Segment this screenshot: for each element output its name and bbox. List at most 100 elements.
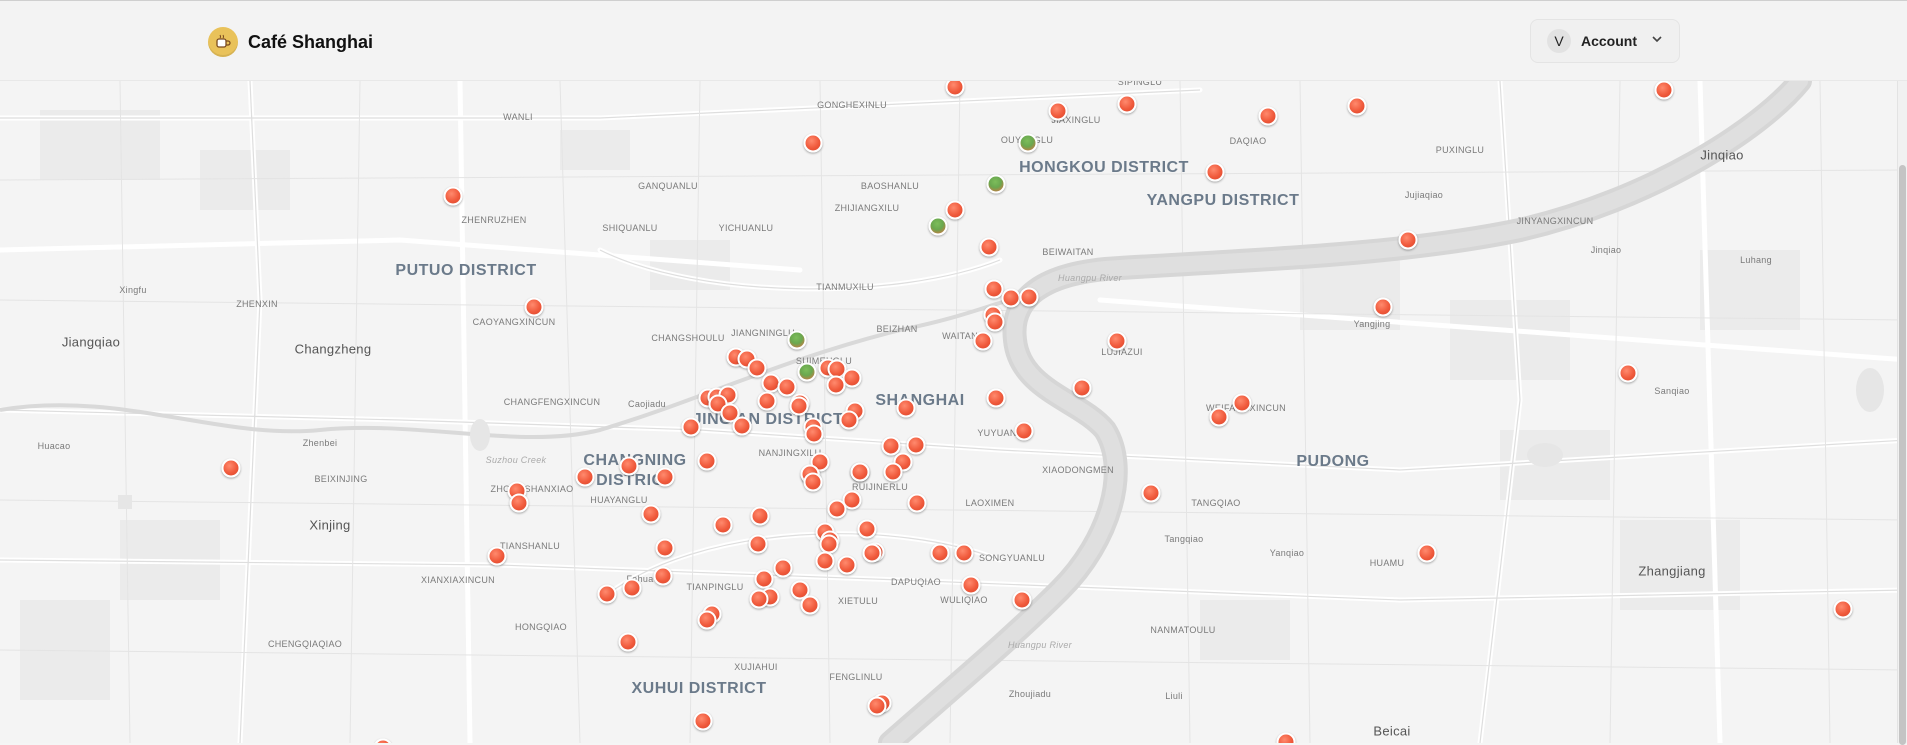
cafe-marker[interactable]: [221, 458, 241, 478]
scrollbar-thumb[interactable]: [1899, 165, 1906, 745]
cafe-marker[interactable]: [827, 499, 847, 519]
cafe-marker[interactable]: [509, 493, 529, 513]
cafe-marker[interactable]: [655, 467, 675, 487]
cafe-marker[interactable]: [1347, 96, 1367, 116]
cafe-marker[interactable]: [973, 331, 993, 351]
cafe-marker[interactable]: [857, 519, 877, 539]
cafe-marker[interactable]: [1001, 288, 1021, 308]
map-label: Zhenbei: [302, 438, 338, 448]
cafe-marker[interactable]: [748, 534, 768, 554]
cafe-marker[interactable]: [961, 575, 981, 595]
cafe-marker[interactable]: [575, 467, 595, 487]
cafe-marker[interactable]: [800, 595, 820, 615]
cafe-marker[interactable]: [777, 377, 797, 397]
cafe-marker[interactable]: [681, 417, 701, 437]
cafe-marker[interactable]: [1014, 421, 1034, 441]
cafe-marker[interactable]: [641, 504, 661, 524]
cafe-marker[interactable]: [985, 312, 1005, 332]
cafe-marker[interactable]: [819, 534, 839, 554]
cafe-marker[interactable]: [1141, 483, 1161, 503]
cafe-marker[interactable]: [896, 398, 916, 418]
cafe-marker[interactable]: [907, 493, 927, 513]
cafe-marker[interactable]: [850, 462, 870, 482]
cafe-marker[interactable]: [713, 515, 733, 535]
map-label: CHANGSHOULU: [651, 333, 725, 343]
cafe-marker[interactable]: [1232, 393, 1252, 413]
map-label: CHANGFENGXINCUN: [503, 397, 601, 407]
cafe-marker[interactable]: [803, 472, 823, 492]
cafe-marker[interactable]: [1833, 599, 1853, 619]
map-label: PUTUO DISTRICT: [395, 262, 537, 279]
cafe-marker[interactable]: [930, 543, 950, 563]
cafe-marker[interactable]: [1048, 101, 1068, 121]
cafe-marker[interactable]: [1019, 287, 1039, 307]
cafe-marker[interactable]: [693, 711, 713, 731]
cafe-marker[interactable]: [928, 216, 948, 236]
cafe-marker[interactable]: [979, 237, 999, 257]
cafe-marker[interactable]: [837, 555, 857, 575]
cafe-marker[interactable]: [443, 186, 463, 206]
cafe-marker[interactable]: [1117, 94, 1137, 114]
cafe-marker[interactable]: [789, 396, 809, 416]
cafe-marker[interactable]: [773, 558, 793, 578]
map-label: LAOXIMEN: [965, 498, 1015, 508]
cafe-marker[interactable]: [1618, 363, 1638, 383]
cafe-marker[interactable]: [1373, 297, 1393, 317]
cafe-marker[interactable]: [787, 330, 807, 350]
cafe-marker[interactable]: [986, 174, 1006, 194]
cafe-marker[interactable]: [1398, 230, 1418, 250]
cafe-marker[interactable]: [653, 566, 673, 586]
cafe-marker[interactable]: [524, 297, 544, 317]
cafe-marker[interactable]: [906, 435, 926, 455]
cafe-marker[interactable]: [487, 546, 507, 566]
cafe-marker[interactable]: [697, 451, 717, 471]
cafe-marker[interactable]: [732, 416, 752, 436]
cafe-marker[interactable]: [797, 362, 817, 382]
account-menu-button[interactable]: V Account: [1530, 19, 1680, 63]
cafe-marker[interactable]: [804, 424, 824, 444]
map-label: TIANSHANLU: [499, 541, 561, 551]
map-label: HUAYANGLU: [590, 495, 648, 505]
cafe-marker[interactable]: [754, 569, 774, 589]
cafe-marker[interactable]: [1107, 331, 1127, 351]
cafe-marker[interactable]: [862, 543, 882, 563]
cafe-marker[interactable]: [803, 133, 823, 153]
map-canvas[interactable]: WANLIGONGHEXINLUSIPINGLUJIAXINGLUDAQIAOO…: [0, 81, 1907, 743]
cafe-marker[interactable]: [867, 696, 887, 716]
cafe-marker[interactable]: [883, 462, 903, 482]
scrollbar[interactable]: [1897, 81, 1907, 745]
cafe-marker[interactable]: [826, 375, 846, 395]
cafe-marker[interactable]: [839, 410, 859, 430]
cafe-marker[interactable]: [747, 358, 767, 378]
cafe-marker[interactable]: [1209, 407, 1229, 427]
cafe-marker[interactable]: [697, 610, 717, 630]
cafe-marker[interactable]: [815, 551, 835, 571]
map-label: Tangqiao: [1164, 534, 1204, 544]
cafe-marker[interactable]: [1018, 133, 1038, 153]
cafe-marker[interactable]: [954, 543, 974, 563]
cafe-marker[interactable]: [618, 632, 638, 652]
cafe-marker[interactable]: [945, 200, 965, 220]
cafe-marker[interactable]: [655, 538, 675, 558]
cafe-marker[interactable]: [1417, 543, 1437, 563]
cafe-marker[interactable]: [757, 391, 777, 411]
cafe-marker[interactable]: [622, 578, 642, 598]
cafe-marker[interactable]: [1012, 590, 1032, 610]
map-label: JIANGNINGLU: [731, 328, 795, 338]
map-label: SIPINGLU: [1117, 81, 1163, 87]
map-label: BEIZHAN: [876, 324, 918, 334]
cafe-marker[interactable]: [750, 506, 770, 526]
map-label: XUJIAHUI: [734, 662, 778, 672]
cafe-marker[interactable]: [1205, 162, 1225, 182]
map-label: BAOSHANLU: [860, 181, 920, 191]
cafe-marker[interactable]: [1654, 81, 1674, 100]
map-label: GANQUANLU: [638, 181, 698, 191]
cafe-marker[interactable]: [619, 456, 639, 476]
map-label: HUAMU: [1369, 558, 1405, 568]
cafe-marker[interactable]: [1258, 106, 1278, 126]
brand[interactable]: Café Shanghai: [208, 25, 373, 59]
cafe-marker[interactable]: [749, 589, 769, 609]
cafe-marker[interactable]: [986, 388, 1006, 408]
cafe-marker[interactable]: [1072, 378, 1092, 398]
cafe-marker[interactable]: [597, 584, 617, 604]
